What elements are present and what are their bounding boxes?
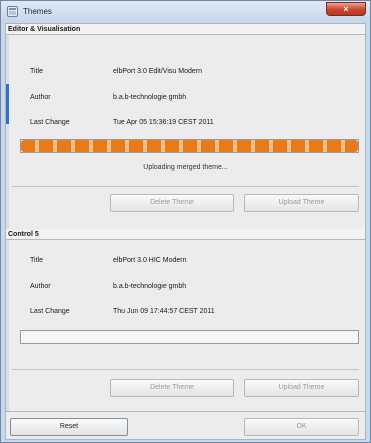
author-value: b.a.b-technologie gmbh (113, 283, 187, 290)
last-change-label: Last Change (30, 308, 70, 315)
upload-theme-button[interactable]: Upload Theme (244, 379, 359, 397)
section-header-editor-visualisation: Editor & Visualisation (6, 24, 365, 35)
close-button[interactable]: × (326, 2, 366, 16)
window-title: Themes (23, 7, 52, 16)
dialog-footer: Reset OK (6, 411, 365, 439)
upload-progress-bar (20, 139, 359, 153)
themes-content: Editor & Visualisation Title elbPort 3.0… (5, 23, 366, 440)
title-value: elbPort 3.0 Edit/Visu Modern (113, 68, 202, 75)
title-label: Title (30, 257, 43, 264)
section-divider (12, 369, 359, 370)
title-label: Title (30, 68, 43, 75)
ok-button[interactable]: OK (244, 418, 359, 436)
section-divider (12, 186, 359, 187)
last-change-value: Tue Apr 05 15:36:19 CEST 2011 (113, 119, 214, 126)
title-value: elbPort 3.0 HIC Modern (113, 257, 187, 264)
last-change-value: Thu Jun 09 17:44:57 CEST 2011 (113, 308, 215, 315)
themes-window-icon (7, 6, 18, 17)
scrollbar-thumb[interactable] (6, 84, 9, 124)
title-bar[interactable]: Themes × (1, 1, 370, 23)
close-icon: × (343, 4, 349, 14)
upload-theme-button[interactable]: Upload Theme (244, 194, 359, 212)
upload-progress-bar (20, 330, 359, 344)
delete-theme-button[interactable]: Delete Theme (110, 379, 234, 397)
reset-button[interactable]: Reset (10, 418, 128, 436)
upload-status: Uploading merged theme... (143, 164, 228, 171)
themes-window: Themes × Editor & Visualisation Title el… (0, 0, 371, 443)
author-value: b.a.b-technologie gmbh (113, 94, 187, 101)
author-label: Author (30, 94, 51, 101)
delete-theme-button[interactable]: Delete Theme (110, 194, 234, 212)
last-change-label: Last Change (30, 119, 70, 126)
author-label: Author (30, 283, 51, 290)
progress-fill (21, 140, 358, 152)
section-header-control-5: Control 5 (6, 229, 365, 240)
